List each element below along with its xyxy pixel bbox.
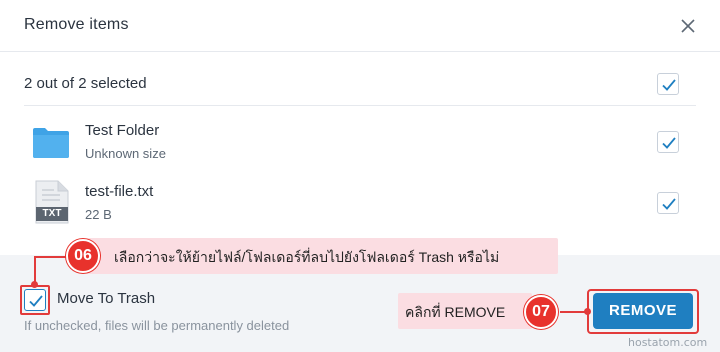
close-icon bbox=[681, 19, 695, 33]
annotation-callout: คลิกที่ REMOVE bbox=[398, 293, 532, 329]
annotation-callout: เลือกว่าจะให้ย้ายไฟล์/โฟลเดอร์ที่ลบไปยัง… bbox=[86, 238, 558, 274]
annotation-connector bbox=[34, 256, 68, 258]
annotation-step-badge: 06 bbox=[66, 239, 100, 273]
annotation-dot bbox=[31, 281, 38, 288]
annotation-highlight-box bbox=[20, 285, 50, 315]
file-type-badge: TXT bbox=[42, 208, 62, 219]
list-item: TXT test-file.txt 22 B bbox=[24, 180, 696, 239]
selection-summary-row: 2 out of 2 selected bbox=[24, 64, 696, 106]
list-item: Test Folder Unknown size bbox=[24, 122, 696, 178]
annotation-dot bbox=[584, 308, 591, 315]
item-checkbox[interactable] bbox=[657, 192, 679, 214]
item-checkbox[interactable] bbox=[657, 131, 679, 153]
close-button[interactable] bbox=[676, 14, 700, 38]
item-name: test-file.txt bbox=[85, 183, 154, 200]
item-size: 22 B bbox=[85, 207, 112, 222]
remove-button[interactable]: REMOVE bbox=[593, 293, 693, 329]
permanent-delete-hint: If unchecked, files will be permanently … bbox=[24, 318, 290, 333]
dialog-header: Remove items bbox=[0, 0, 720, 52]
move-to-trash-label[interactable]: Move To Trash bbox=[57, 290, 155, 307]
item-size: Unknown size bbox=[85, 146, 166, 161]
dialog-title: Remove items bbox=[24, 16, 129, 33]
checkmark-icon bbox=[662, 79, 676, 91]
selection-summary-text: 2 out of 2 selected bbox=[24, 75, 147, 92]
select-all-checkbox[interactable] bbox=[657, 73, 679, 95]
annotation-step-badge: 07 bbox=[524, 295, 558, 329]
checkmark-icon bbox=[662, 198, 676, 210]
checkmark-icon bbox=[662, 137, 676, 149]
watermark: hostatom.com bbox=[628, 336, 708, 349]
item-name: Test Folder bbox=[85, 122, 160, 139]
folder-icon bbox=[32, 126, 70, 163]
txt-file-icon: TXT bbox=[34, 180, 70, 229]
